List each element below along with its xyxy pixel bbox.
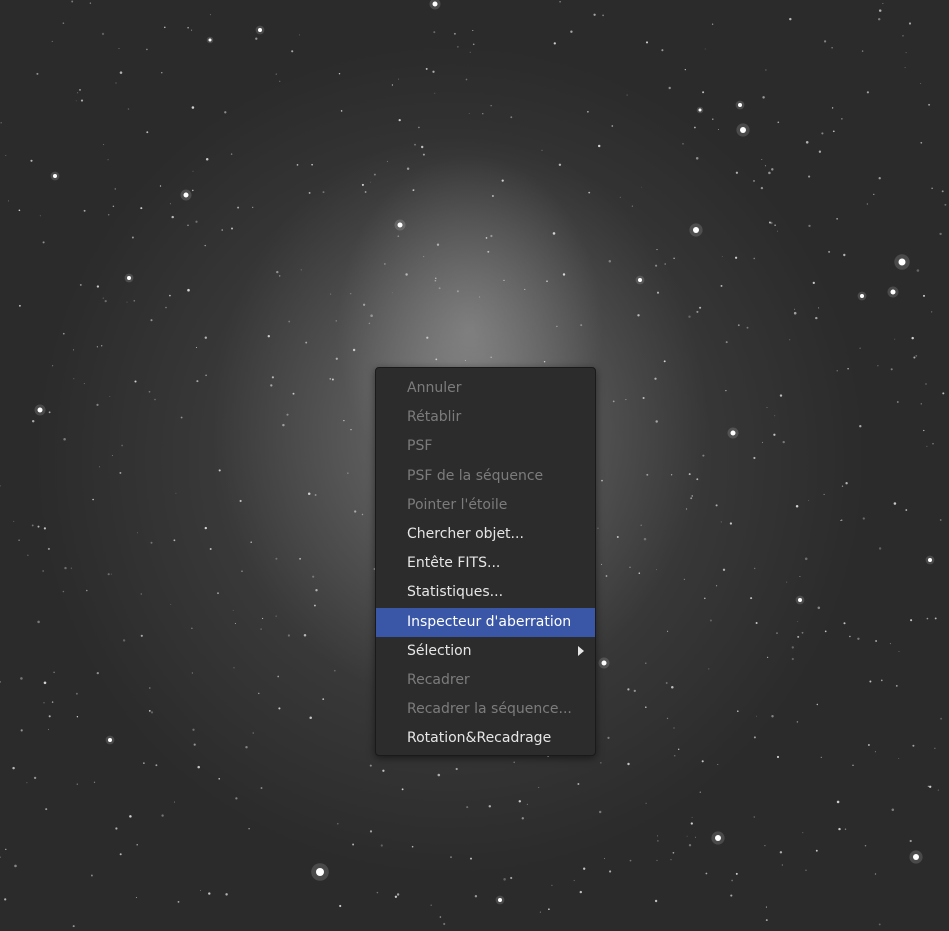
menu-item-retablir[interactable]: Rétablir: [376, 403, 595, 432]
menu-item-inspecteur-aberration[interactable]: Inspecteur d'aberration: [376, 607, 595, 637]
menu-item-psf-sequence[interactable]: PSF de la séquence: [376, 462, 595, 491]
menu-item-recadrer[interactable]: Recadrer: [376, 666, 595, 695]
menu-item-entete-fits[interactable]: Entête FITS...: [376, 549, 595, 578]
context-menu: Annuler Rétablir PSF PSF de la séquence …: [375, 367, 596, 756]
menu-item-recadrer-sequence[interactable]: Recadrer la séquence...: [376, 695, 595, 724]
menu-item-rotation-recadrage[interactable]: Rotation&Recadrage: [376, 724, 595, 753]
menu-item-statistiques[interactable]: Statistiques...: [376, 578, 595, 607]
menu-item-selection[interactable]: Sélection: [376, 637, 595, 666]
menu-item-annuler[interactable]: Annuler: [376, 374, 595, 403]
submenu-arrow-icon: [578, 645, 584, 656]
menu-item-chercher-objet[interactable]: Chercher objet...: [376, 520, 595, 549]
menu-item-pointer-etoile[interactable]: Pointer l'étoile: [376, 491, 595, 520]
menu-item-psf[interactable]: PSF: [376, 432, 595, 461]
menu-item-selection-label: Sélection: [407, 642, 472, 659]
